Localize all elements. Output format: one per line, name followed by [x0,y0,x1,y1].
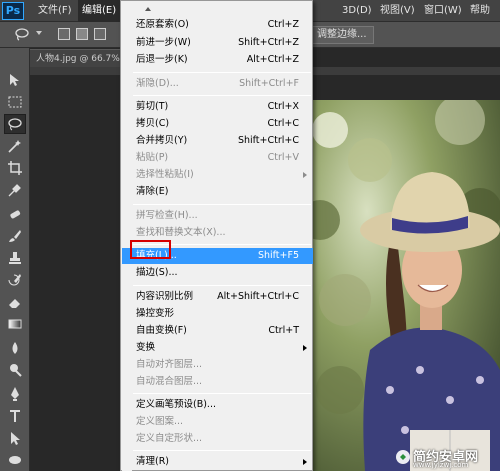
menu-item-clear[interactable]: 清除(E) [122,184,313,200]
menu-separator [133,285,311,286]
menu-item-step-backward[interactable]: 后退一步(K) Alt+Ctrl+Z [122,52,313,68]
menu-item-cut[interactable]: 剪切(T) Ctrl+X [122,99,313,115]
menu-item-paste-special: 选择性粘贴(I) [122,167,313,183]
menu-item-copy[interactable]: 拷贝(C) Ctrl+C [122,116,313,132]
lasso-tool-icon[interactable] [4,114,26,134]
menu-item-puppet-warp[interactable]: 操控变形 [122,306,313,322]
menu-item-define-custom-shape: 定义自定形状... [136,433,203,444]
crop-tool-icon[interactable] [4,158,26,178]
menu-item-auto-blend-layers: 自动混合图层... [136,376,203,387]
gradient-tool-icon[interactable] [4,314,26,334]
menu-item-fade: 渐隐(D)... Shift+Ctrl+F [136,78,299,89]
annotation-highlight-box [130,240,171,259]
document-tab[interactable]: 人物4.jpg @ 66.7% [30,49,130,67]
refine-edge-button[interactable]: 调整边缘... [310,26,374,44]
blur-tool-icon[interactable] [4,338,26,358]
menu-help[interactable]: 帮助 [466,0,494,22]
menu-item-paste: 粘贴(P) Ctrl+V [136,152,299,163]
new-selection-icon[interactable] [58,28,70,40]
lasso-icon[interactable] [14,27,30,41]
menu-file[interactable]: 文件(F) [34,0,76,22]
edit-menu-dropdown: 还原套索(O) Ctrl+Z 前进一步(W) Shift+Ctrl+Z 后退一步(K… [120,0,313,471]
tools-panel [0,48,30,471]
menu-edit[interactable]: 编辑(E) [78,0,121,22]
eyedropper-tool-icon[interactable] [4,180,26,200]
menu-separator [133,72,311,73]
move-tool-icon[interactable] [4,70,26,90]
menu-window[interactable]: 窗口(W) [420,0,466,22]
menu-item-find-replace: 查找和替换文本(X)... [136,227,226,238]
photo-woman-in-hat[interactable] [310,100,500,471]
menu-view[interactable]: 视图(V) [376,0,419,22]
menu-item-stroke[interactable]: 描边(S)... [122,265,313,281]
submenu-arrow-icon [303,459,307,465]
dodge-tool-icon[interactable] [4,360,26,380]
type-tool-icon[interactable] [4,406,26,426]
magic-wand-tool-icon[interactable] [4,136,26,156]
menu-item-free-transform[interactable]: 自由变换(F) Ctrl+T [122,323,313,339]
marquee-tool-icon[interactable] [4,92,26,112]
tool-preset-chevron-down-icon[interactable] [36,31,42,35]
clone-stamp-tool-icon[interactable] [4,248,26,268]
eraser-tool-icon[interactable] [4,292,26,312]
watermark: 简约安卓网 www.jylzwj.com [395,446,498,470]
shape-tool-icon[interactable] [4,450,26,470]
photoshop-logo: Ps [2,2,24,20]
submenu-arrow-icon [303,345,307,351]
menu-item-copy-merged[interactable]: 合并拷贝(Y) Shift+Ctrl+C [122,133,313,149]
menu-scroll-up-icon[interactable] [122,3,313,13]
menu-item-define-pattern: 定义图案... [136,416,184,427]
menu-item-transform[interactable]: 变换 [122,340,313,356]
menu-item-spell-check: 拼写检查(H)... [136,210,198,221]
path-selection-tool-icon[interactable] [4,428,26,448]
watermark-url: www.jylzwj.com [413,461,469,469]
add-selection-icon[interactable] [76,28,88,40]
menu-item-step-forward[interactable]: 前进一步(W) Shift+Ctrl+Z [122,35,313,51]
menu-item-auto-align-layers: 自动对齐图层... [136,359,203,370]
history-brush-tool-icon[interactable] [4,270,26,290]
menu-item-define-brush-preset[interactable]: 定义画笔预设(B)... [122,397,313,413]
menu-separator [133,450,311,451]
menu-item-undo-lasso[interactable]: 还原套索(O) Ctrl+Z [122,17,313,33]
menu-separator [133,95,311,96]
pen-tool-icon[interactable] [4,384,26,404]
menu-item-content-aware-scale[interactable]: 内容识别比例 Alt+Shift+Ctrl+C [122,289,313,305]
watermark-logo-icon [396,450,410,464]
menu-3d[interactable]: 3D(D) [338,0,376,22]
menu-separator [133,393,311,394]
submenu-arrow-icon [303,172,307,178]
menu-separator [133,204,311,205]
menu-item-purge[interactable]: 清理(R) [122,454,313,470]
brush-tool-icon[interactable] [4,226,26,246]
subtract-selection-icon[interactable] [94,28,106,40]
healing-brush-tool-icon[interactable] [4,204,26,224]
